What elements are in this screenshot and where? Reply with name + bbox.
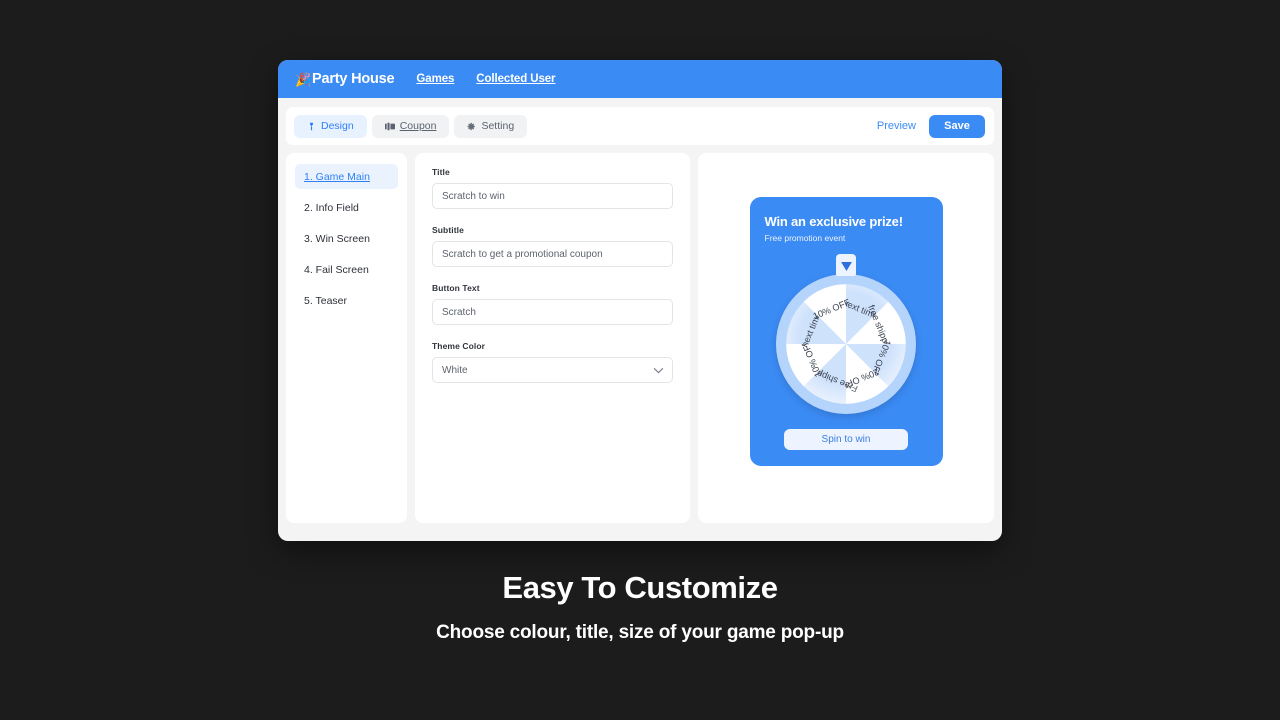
step-item-win-screen[interactable]: 3. Win Screen — [295, 226, 398, 251]
field-button-text: Button Text — [432, 283, 673, 325]
tab-setting[interactable]: Setting — [454, 114, 528, 138]
step-item-info-field[interactable]: 2. Info Field — [295, 195, 398, 220]
toolbar-actions: Preview Save — [877, 114, 985, 138]
step-item-fail-screen[interactable]: 4. Fail Screen — [295, 257, 398, 282]
brand-logo[interactable]: 🎉 Party House — [295, 71, 395, 87]
brand-name: Party House — [312, 71, 395, 87]
caption-block: Easy To Customize Choose colour, title, … — [0, 570, 1280, 644]
tab-coupon-label: Coupon — [399, 120, 437, 132]
preview-button[interactable]: Preview — [877, 120, 916, 132]
theme-color-select[interactable]: White — [432, 357, 673, 383]
wheel-rim: next timefree shipping10% OFF20% OFFFree… — [776, 274, 916, 414]
button-text-input[interactable] — [432, 299, 673, 325]
promo-subtitle: Free promotion event — [764, 233, 846, 243]
field-theme-color: Theme Color White — [432, 341, 673, 383]
subtitle-input[interactable] — [432, 241, 673, 267]
tab-group: Design Coupon Setting — [294, 114, 528, 138]
wheel-pointer — [836, 254, 856, 276]
gear-icon — [467, 122, 476, 131]
steps-sidebar: 1. Game Main 2. Info Field 3. Win Screen… — [286, 153, 407, 523]
field-theme-color-label: Theme Color — [432, 341, 486, 351]
preview-panel: Win an exclusive prize! Free promotion e… — [698, 153, 994, 523]
step-label: 5. Teaser — [304, 294, 347, 307]
party-popper-icon: 🎉 — [295, 71, 311, 87]
caption-title: Easy To Customize — [502, 570, 778, 605]
step-item-game-main[interactable]: 1. Game Main — [295, 164, 398, 189]
brush-icon — [307, 122, 316, 131]
field-title: Title — [432, 167, 673, 209]
caption-subtitle: Choose colour, title, size of your game … — [436, 622, 844, 643]
step-item-teaser[interactable]: 5. Teaser — [295, 288, 398, 313]
field-subtitle: Subtitle — [432, 225, 673, 267]
workspace: 1. Game Main 2. Info Field 3. Win Screen… — [278, 145, 1002, 541]
top-navigation-bar: 🎉 Party House Games Collected User — [278, 60, 1002, 98]
title-input[interactable] — [432, 183, 673, 209]
tab-design-label: Design — [321, 120, 354, 132]
app-window: 🎉 Party House Games Collected User Desig… — [278, 60, 1002, 541]
promo-popup-preview: Win an exclusive prize! Free promotion e… — [749, 197, 943, 466]
nav-item-games[interactable]: Games — [416, 73, 454, 85]
spin-to-win-button[interactable]: Spin to win — [784, 429, 908, 450]
step-label: 2. Info Field — [304, 201, 359, 214]
field-button-text-label: Button Text — [432, 283, 480, 293]
save-button[interactable]: Save — [929, 114, 985, 138]
design-form: Title Subtitle Button Text Theme Color W… — [415, 153, 690, 523]
wheel-graphic: next timefree shipping10% OFF20% OFFFree… — [786, 284, 906, 404]
promo-title: Win an exclusive prize! — [764, 214, 904, 229]
editor-toolbar: Design Coupon Setting Preview Save — [286, 107, 994, 145]
tab-coupon[interactable]: Coupon — [371, 114, 450, 138]
step-label: 1. Game Main — [304, 170, 370, 183]
tab-design[interactable]: Design — [294, 114, 367, 138]
ticket-icon — [384, 122, 395, 131]
field-title-label: Title — [432, 167, 450, 177]
field-subtitle-label: Subtitle — [432, 225, 464, 235]
spin-wheel[interactable]: next timefree shipping10% OFF20% OFFFree… — [771, 254, 921, 414]
step-label: 4. Fail Screen — [304, 263, 369, 276]
tab-setting-label: Setting — [481, 120, 515, 132]
step-label: 3. Win Screen — [304, 232, 370, 245]
triangle-down-icon — [840, 258, 852, 276]
nav-item-collected-user[interactable]: Collected User — [476, 73, 555, 85]
